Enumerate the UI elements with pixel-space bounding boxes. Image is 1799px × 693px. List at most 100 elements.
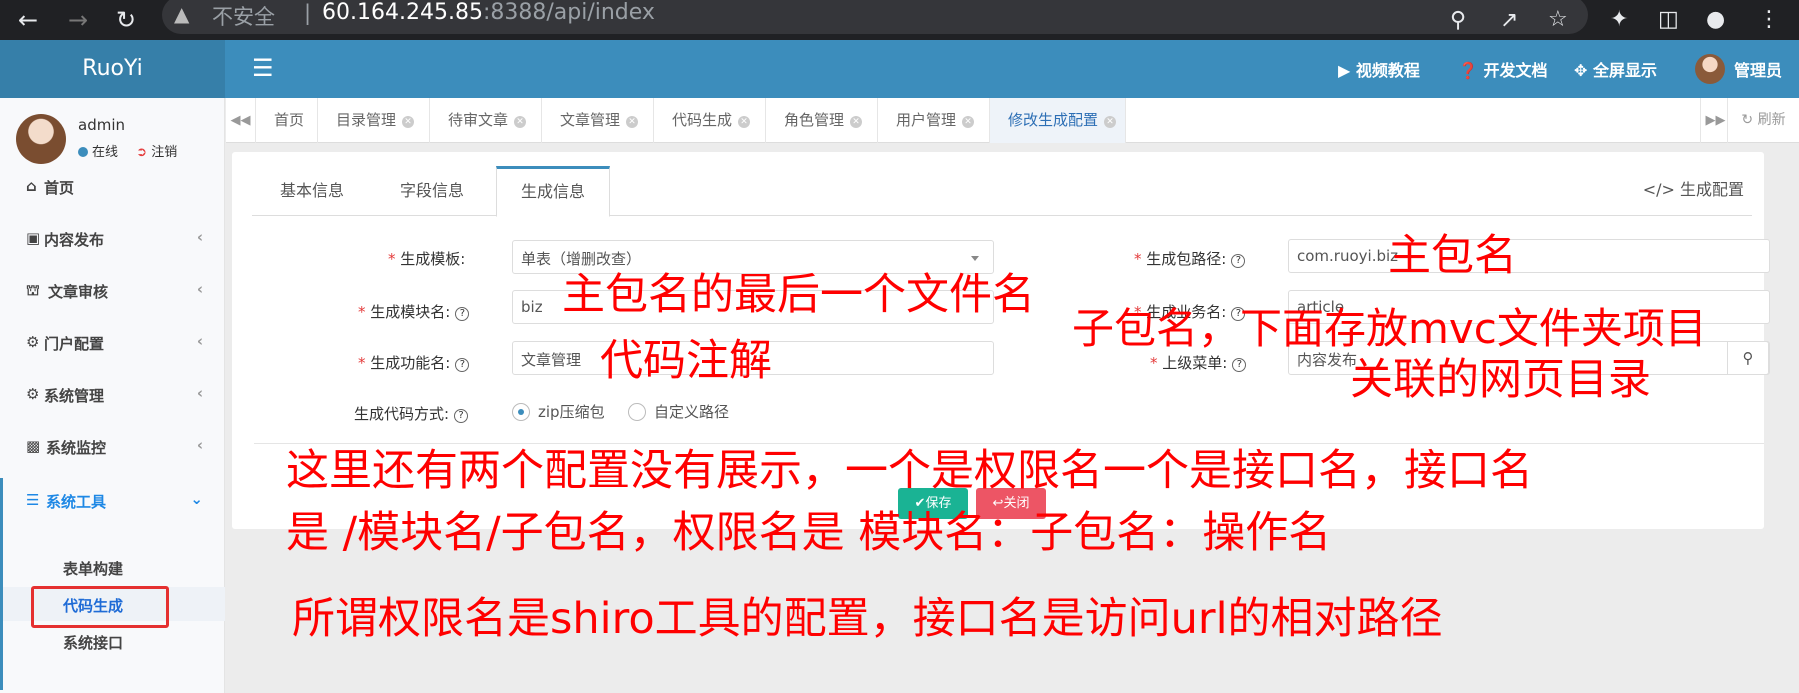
tab-pending[interactable]: 待审文章 ✕ [430, 98, 542, 143]
profile-icon[interactable]: ● [1706, 4, 1725, 36]
menu-item-home[interactable]: ⌂ 首页 [0, 164, 225, 208]
radio-custom-path[interactable]: 自定义路径 [628, 401, 729, 422]
help-icon[interactable]: ? [1232, 358, 1247, 372]
help-icon[interactable]: ? [455, 307, 470, 321]
dev-docs-link[interactable]: ❓ 开发文档 [1458, 57, 1548, 81]
camera-icon: ▩ [26, 437, 41, 455]
help-icon[interactable]: ? [455, 358, 470, 372]
menu-item-system-monitor[interactable]: ▩ 系统监控 ‹ [0, 424, 225, 468]
logout-link[interactable]: ➲ 注销 [136, 145, 177, 160]
annotation-code-comment: 代码注解 [600, 336, 772, 386]
warning-icon: ▲ [174, 2, 190, 26]
tab-edit-gen-config[interactable]: 修改生成配置 ✕ [990, 98, 1126, 143]
reload-icon[interactable]: ↻ [116, 4, 136, 36]
tab-home[interactable]: 首页 [256, 98, 318, 143]
annotation-main-package: 主包名 [1388, 231, 1517, 281]
tab-role[interactable]: 角色管理 ✕ [766, 98, 878, 143]
fullscreen-link[interactable]: ✥ 全屏显示 [1574, 57, 1657, 81]
help-icon[interactable]: ? [1231, 254, 1246, 268]
annotation-note-line3: 所谓权限名是shiro工具的配置，接口名是访问url的相对路径 [292, 594, 1443, 644]
tabs-prev-icon[interactable]: ◀◀ [226, 98, 256, 143]
menu-item-portal-config[interactable]: ⚙ 门户配置 ‹ [0, 320, 225, 364]
close-icon[interactable]: ✕ [402, 116, 415, 128]
close-icon[interactable]: ✕ [626, 116, 639, 128]
annotation-menu-dir: 关联的网页目录 [1350, 355, 1651, 405]
tab-article[interactable]: 文章管理 ✕ [542, 98, 654, 143]
tab-field-info[interactable]: 字段信息 [372, 166, 492, 216]
submenu-form-builder[interactable]: 表单构建 [3, 550, 225, 584]
refresh-button[interactable]: ↻ 刷新 [1727, 98, 1799, 143]
tab-directory[interactable]: 目录管理 ✕ [318, 98, 430, 143]
chevron-down-icon: ⌄ [190, 490, 203, 508]
template-select[interactable]: 单表（增删改查） [512, 240, 994, 274]
user-avatar [16, 114, 66, 164]
hamburger-icon[interactable]: ☰ [252, 54, 274, 82]
package-input[interactable]: com.ruoyi.biz [1288, 239, 1770, 273]
gear-icon: ⚙ [26, 385, 40, 403]
sidebar-panel-icon[interactable]: ◫ [1658, 4, 1679, 36]
gen-type-label: 生成代码方式:? [354, 403, 469, 424]
chevron-left-icon: ‹ [196, 436, 203, 454]
menu-dots-icon[interactable]: ⋮ [1758, 4, 1780, 36]
online-dot-icon [78, 147, 88, 157]
extensions-icon[interactable]: ✦ [1610, 4, 1628, 36]
security-label: 不安全 [212, 5, 275, 29]
header-username[interactable]: 管理员 [1734, 57, 1782, 81]
radio-checked-icon [512, 403, 530, 421]
close-icon[interactable]: ✕ [738, 116, 751, 128]
chevron-left-icon: ‹ [196, 384, 203, 402]
annotation-sub-package: 子包名，下面存放mvc文件夹项目 [1072, 304, 1707, 353]
code-icon: </> [1642, 180, 1675, 199]
parent-menu-label: * 上级菜单:? [1150, 352, 1247, 373]
header-avatar[interactable] [1695, 54, 1725, 84]
template-label: * 生成模板: [388, 250, 466, 268]
app-header: RuoYi ☰ ▶ 视频教程 ❓ 开发文档 ✥ 全屏显示 管理员 [0, 40, 1799, 98]
search-icon[interactable]: ⚲ [1727, 341, 1769, 375]
zoom-icon[interactable]: ⚲ [1450, 5, 1466, 37]
function-label: * 生成功能名:? [358, 352, 470, 373]
page-tabs-bar: ◀◀ 首页 目录管理 ✕ 待审文章 ✕ 文章管理 ✕ 代码生成 ✕ 角色管理 ✕ 用户管理… [226, 98, 1799, 143]
bank-icon: ⛫ [26, 281, 40, 299]
annotation-note-line1: 这里还有两个配置没有展示，一个是权限名一个是接口名，接口名 [286, 446, 1533, 496]
chevron-left-icon: ‹ [196, 332, 203, 350]
radio-unchecked-icon [628, 403, 646, 421]
tabs-next-icon[interactable]: ▶▶ [1700, 98, 1730, 143]
help-icon[interactable]: ? [454, 409, 469, 423]
menu-item-article-review[interactable]: ⛫ 文章审核 ‹ [0, 268, 225, 312]
app-logo[interactable]: RuoYi [0, 40, 225, 98]
back-icon[interactable]: ← [18, 4, 38, 36]
close-icon[interactable]: ✕ [962, 116, 975, 128]
close-icon[interactable]: ✕ [514, 116, 527, 128]
gear-icon: ⚙ [26, 333, 40, 351]
package-label: * 生成包路径:? [1134, 248, 1246, 269]
close-icon[interactable]: ✕ [850, 116, 863, 128]
sidebar-username: admin [78, 116, 125, 134]
radio-zip[interactable]: zip压缩包 [512, 401, 605, 422]
user-status: 在线 ➲ 注销 [78, 141, 177, 160]
url-text: 60.164.245.85:8388/api/index [322, 0, 655, 25]
separator: | [304, 1, 312, 25]
close-icon[interactable]: ✕ [1104, 116, 1117, 128]
chevron-left-icon: ‹ [196, 228, 203, 246]
video-tutorial-link[interactable]: ▶ 视频教程 [1338, 57, 1420, 81]
list-icon: ☰ [26, 491, 40, 509]
browser-toolbar: ← → ↻ ▲ 不安全 | 60.164.245.85:8388/api/ind… [0, 0, 1799, 40]
forward-icon[interactable]: → [68, 4, 88, 36]
briefcase-icon: ▣ [26, 229, 41, 247]
annotation-module-name: 主包名的最后一个文件名 [562, 270, 1035, 320]
chevron-left-icon: ‹ [196, 280, 203, 298]
bookmark-star-icon[interactable]: ☆ [1548, 4, 1568, 36]
tab-gen-info[interactable]: 生成信息 [496, 166, 610, 217]
address-bar[interactable]: ▲ 不安全 | 60.164.245.85:8388/api/index [162, 0, 1588, 34]
home-icon: ⌂ [26, 177, 37, 195]
menu-item-system-tools[interactable]: ☰ 系统工具 ⌄ [0, 478, 225, 522]
tab-basic-info[interactable]: 基本信息 [252, 166, 372, 216]
tab-user[interactable]: 用户管理 ✕ [878, 98, 990, 143]
tab-codegen[interactable]: 代码生成 ✕ [654, 98, 766, 143]
submenu-system-api[interactable]: 系统接口 [3, 624, 225, 658]
gen-config-link[interactable]: </> 生成配置 [1643, 176, 1744, 200]
form-divider [254, 443, 1764, 444]
menu-item-content-publish[interactable]: ▣ 内容发布 ‹ [0, 216, 225, 260]
menu-item-system-manage[interactable]: ⚙ 系统管理 ‹ [0, 372, 225, 416]
share-icon[interactable]: ↗ [1500, 5, 1518, 37]
